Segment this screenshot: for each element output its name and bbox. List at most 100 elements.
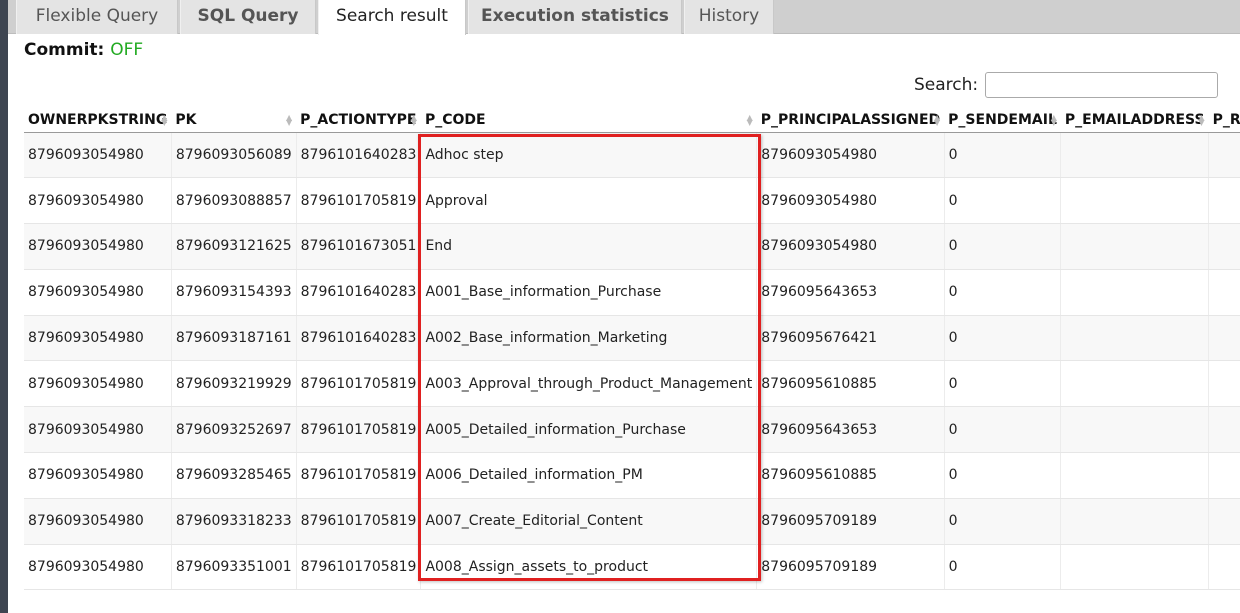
table-cell[interactable]: 8796093054980: [24, 315, 172, 362]
column-header-p-principalassigned[interactable]: P_PRINCIPALASSIGNED ▲ ▼: [756, 108, 945, 133]
table-cell[interactable]: 8796095610885: [756, 452, 945, 499]
table-cell[interactable]: 8796093285465: [171, 452, 297, 499]
table-cell[interactable]: [1208, 452, 1240, 499]
table-cell[interactable]: 8796101705819: [296, 498, 422, 545]
table-cell[interactable]: [1060, 452, 1210, 499]
table-cell[interactable]: A007_Create_Editorial_Content: [420, 498, 758, 545]
table-cell[interactable]: [1060, 269, 1210, 316]
table-cell[interactable]: 8796093318233: [171, 498, 297, 545]
table-cell[interactable]: [1208, 315, 1240, 362]
table-row[interactable]: 8796093054980 8796093219929 8796101705819 A…: [24, 360, 1240, 408]
table-row[interactable]: 8796093054980 8796093187161 8796101640283 A…: [24, 315, 1240, 362]
table-cell[interactable]: 8796101705819: [296, 406, 422, 454]
column-header-p-actiontype[interactable]: P_ACTIONTYPE ▲ ▼: [296, 108, 421, 133]
table-cell[interactable]: 8796093054980: [756, 132, 945, 179]
table-cell[interactable]: [1208, 223, 1240, 270]
table-cell[interactable]: 8796093054980: [24, 269, 172, 316]
table-cell[interactable]: 0: [944, 360, 1062, 408]
tab-flexible-query[interactable]: Flexible Query: [16, 0, 178, 34]
table-cell[interactable]: 8796095643653: [756, 406, 945, 454]
table-cell[interactable]: A001_Base_information_Purchase: [420, 269, 758, 316]
table-cell[interactable]: [1060, 544, 1210, 590]
search-input[interactable]: [985, 72, 1218, 98]
table-cell[interactable]: End: [420, 223, 758, 270]
table-cell[interactable]: 8796093088857: [171, 177, 297, 225]
table-cell[interactable]: A005_Detailed_information_Purchase: [420, 406, 758, 454]
table-cell[interactable]: Approval: [420, 177, 758, 225]
table-cell[interactable]: 8796101640283: [296, 132, 422, 179]
table-cell[interactable]: 0: [944, 177, 1062, 225]
table-cell[interactable]: 8796095676421: [756, 315, 945, 362]
table-cell[interactable]: 8796101705819: [296, 360, 422, 408]
table-cell[interactable]: 8796093154393: [171, 269, 297, 316]
table-cell[interactable]: 0: [944, 498, 1062, 545]
table-cell[interactable]: 8796095709189: [756, 544, 945, 590]
table-cell[interactable]: 0: [944, 544, 1062, 590]
commit-value[interactable]: OFF: [110, 40, 143, 60]
table-cell[interactable]: [1208, 269, 1240, 316]
table-cell[interactable]: A006_Detailed_information_PM: [420, 452, 758, 499]
column-header-p-emailaddress[interactable]: P_EMAILADDRESS ▲ ▼: [1060, 108, 1209, 133]
table-cell[interactable]: [1208, 544, 1240, 590]
table-cell[interactable]: 8796101705819: [296, 452, 422, 499]
table-cell[interactable]: [1060, 132, 1210, 179]
table-row[interactable]: 8796093054980 8796093154393 8796101640283 A…: [24, 269, 1240, 316]
column-header-p-code[interactable]: P_CODE ▲ ▼: [420, 108, 757, 133]
table-cell[interactable]: 8796093054980: [24, 177, 172, 225]
table-cell[interactable]: 8796095643653: [756, 269, 945, 316]
table-cell[interactable]: [1208, 406, 1240, 454]
table-cell[interactable]: 0: [944, 269, 1062, 316]
table-cell[interactable]: 0: [944, 132, 1062, 179]
table-cell[interactable]: 8796093054980: [24, 498, 172, 545]
table-cell[interactable]: [1060, 223, 1210, 270]
table-cell[interactable]: 0: [944, 452, 1062, 499]
tab-sql-query[interactable]: SQL Query: [180, 0, 316, 34]
table-cell[interactable]: 8796101705819: [296, 544, 422, 590]
table-cell[interactable]: 0: [944, 223, 1062, 270]
table-cell[interactable]: [1208, 498, 1240, 545]
results-table-container[interactable]: OWNERPKSTRING ▲ ▼ PK ▲ ▼ P_ACTIONTYPE ▲ ▼ P_CO…: [24, 108, 1240, 590]
table-row[interactable]: 8796093054980 8796093285465 8796101705819 A…: [24, 452, 1240, 499]
table-cell[interactable]: 8796101673051: [296, 223, 422, 270]
table-cell[interactable]: A003_Approval_through_Product_Management: [420, 360, 758, 408]
table-cell[interactable]: 8796093054980: [756, 223, 945, 270]
table-cell[interactable]: 8796101705819: [296, 177, 422, 225]
table-cell[interactable]: 8796093056089: [171, 132, 297, 179]
column-header-p-r[interactable]: P_R: [1208, 108, 1240, 133]
table-row[interactable]: 8796093054980 8796093318233 8796101705819 A…: [24, 498, 1240, 545]
table-cell[interactable]: 0: [944, 406, 1062, 454]
table-cell[interactable]: [1208, 132, 1240, 179]
table-cell[interactable]: 8796093351001: [171, 544, 297, 590]
tab-execution-statistics[interactable]: Execution statistics: [468, 0, 682, 34]
tab-history[interactable]: History: [684, 0, 774, 34]
table-cell[interactable]: [1208, 360, 1240, 408]
table-cell[interactable]: 8796093219929: [171, 360, 297, 408]
table-cell[interactable]: A002_Base_information_Marketing: [420, 315, 758, 362]
table-cell[interactable]: 8796093054980: [24, 406, 172, 454]
table-cell[interactable]: 8796093187161: [171, 315, 297, 362]
table-cell[interactable]: 8796101640283: [296, 269, 422, 316]
table-cell[interactable]: [1060, 177, 1210, 225]
column-header-p-sendemail[interactable]: P_SENDEMAIL ▲ ▼: [944, 108, 1061, 133]
table-cell[interactable]: 8796093054980: [24, 132, 172, 179]
table-row[interactable]: 8796093054980 8796093056089 8796101640283 A…: [24, 132, 1240, 179]
column-header-ownerpkstring[interactable]: OWNERPKSTRING ▲ ▼: [24, 108, 172, 133]
tab-search-result[interactable]: Search result: [318, 0, 466, 35]
table-cell[interactable]: 8796093054980: [24, 452, 172, 499]
table-cell[interactable]: 8796093121625: [171, 223, 297, 270]
table-cell[interactable]: 8796095709189: [756, 498, 945, 545]
table-cell[interactable]: 8796093054980: [24, 544, 172, 590]
table-cell[interactable]: [1060, 498, 1210, 545]
table-row[interactable]: 8796093054980 8796093121625 8796101673051 E…: [24, 223, 1240, 270]
table-row[interactable]: 8796093054980 8796093088857 8796101705819 A…: [24, 177, 1240, 225]
table-cell[interactable]: [1060, 315, 1210, 362]
table-cell[interactable]: Adhoc step: [420, 132, 758, 179]
table-row[interactable]: 8796093054980 8796093252697 8796101705819 A…: [24, 406, 1240, 454]
table-cell[interactable]: 8796095610885: [756, 360, 945, 408]
table-cell[interactable]: [1208, 177, 1240, 225]
table-cell[interactable]: [1060, 406, 1210, 454]
table-row[interactable]: 8796093054980 8796093351001 8796101705819 A…: [24, 544, 1240, 590]
table-cell[interactable]: 8796093054980: [24, 223, 172, 270]
table-cell[interactable]: 0: [944, 315, 1062, 362]
table-cell[interactable]: 8796093054980: [24, 360, 172, 408]
